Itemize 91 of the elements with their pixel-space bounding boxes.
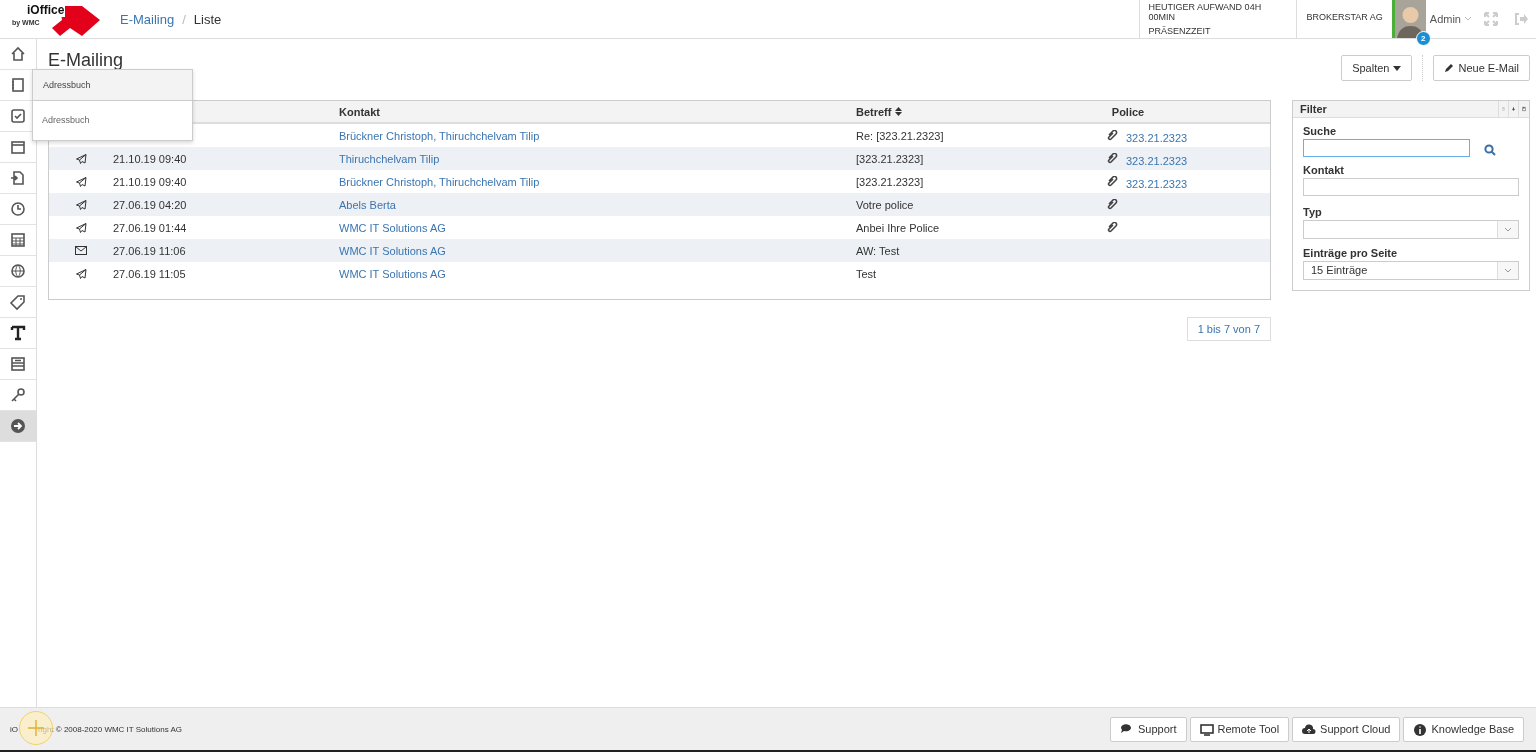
subject-cell: Re: [323.21.2323] (856, 129, 944, 142)
contact-link[interactable]: Abels Berta (339, 198, 396, 211)
table-row[interactable]: 27.06.19 01:44 WMC IT Solutions AG Anbei Ihre Police (49, 216, 1270, 239)
column-header[interactable]: Kontakt (339, 105, 856, 118)
date-cell: 21.10.19 09:40 (113, 152, 187, 165)
breadcrumb-current: Liste (193, 11, 222, 27)
pencil-icon (1444, 63, 1455, 73)
contact-link[interactable]: Thiruchchelvam Tilip (339, 152, 440, 165)
breadcrumb-separator: / (182, 11, 186, 27)
select-field[interactable]: 15 Einträge (1303, 261, 1519, 280)
filter-title: Filter (1299, 103, 1327, 115)
paper-plane-icon (75, 153, 87, 164)
chevron-down-icon (1504, 227, 1512, 232)
paper-plane-icon (75, 176, 87, 187)
field-label: Suche (1303, 125, 1337, 137)
table-row[interactable]: 21.10.19 09:40 Brückner Christoph, Thiruchchelvam Tilip [323.21.2323] 323.21.2323 (49, 170, 1270, 193)
date-cell: 27.06.19 11:05 (113, 267, 186, 280)
contact-link[interactable]: WMC IT Solutions AG (339, 221, 446, 234)
cloud-upload-icon (1302, 722, 1317, 736)
field-label: Kontakt (1303, 164, 1345, 176)
chevron-down-icon (1464, 16, 1472, 22)
footer-button[interactable]: Support (1110, 716, 1187, 742)
download-arrow-icon[interactable] (1508, 101, 1518, 117)
monitor-icon (1199, 722, 1214, 736)
column-header[interactable]: Police (1106, 105, 1270, 118)
date-cell: 27.06.19 01:44 (113, 221, 187, 234)
contact-link[interactable]: Brückner Christoph, Thiruchchelvam Tilip (339, 129, 540, 142)
columns-button[interactable]: Spalten (1341, 55, 1413, 81)
logo-name: iOffice (26, 3, 66, 17)
subject-cell: Votre police (856, 198, 914, 211)
home-icon (9, 45, 27, 63)
table-row[interactable]: 27.06.19 11:06 WMC IT Solutions AG AW: Test (49, 239, 1270, 262)
envelope-icon (75, 246, 87, 255)
date-cell: 21.10.19 09:40 (113, 175, 187, 188)
chat-icon (1120, 722, 1134, 736)
user-avatar[interactable] (1394, 0, 1426, 38)
sort-icon (894, 106, 902, 116)
footer-button[interactable]: Support Cloud (1292, 716, 1401, 742)
subject-cell: AW: Test (856, 244, 900, 257)
form-icon (9, 355, 27, 373)
date-cell: 27.06.19 04:20 (113, 198, 187, 211)
table-row[interactable]: 27.06.19 11:05 WMC IT Solutions AG Test (49, 262, 1270, 285)
paper-plane-icon (75, 268, 87, 279)
menu-header: Adressbuch (33, 70, 192, 101)
breadcrumb-link[interactable]: E-Mailing (120, 11, 175, 27)
document-arrow-icon (9, 169, 27, 187)
search-icon[interactable] (1484, 144, 1496, 156)
header-stat[interactable]: PRÄSENZZEIT (1148, 26, 1289, 36)
subject-cell: [323.21.2323] (856, 152, 924, 165)
tag-icon (9, 293, 27, 311)
subject-cell: Anbei Ihre Police (856, 221, 940, 234)
footer-button[interactable]: Remote Tool (1189, 716, 1290, 742)
globe-icon (9, 262, 27, 280)
checkbox-icon (9, 107, 27, 125)
copyright-text: iO (10, 724, 18, 734)
company-name[interactable]: BROKERSTAR AG (1297, 0, 1392, 34)
header-stat[interactable]: HEUTIGER AUFWAND 04H 00MIN (1148, 2, 1289, 22)
contact-link[interactable]: WMC IT Solutions AG (339, 267, 446, 280)
subject-cell: [323.21.2323] (856, 175, 924, 188)
police-link[interactable]: 323.21.2323 (1126, 132, 1188, 144)
search-field[interactable] (1303, 139, 1470, 157)
subject-cell: Test (856, 267, 877, 280)
date-cell: 27.06.19 11:06 (113, 244, 186, 257)
police-link[interactable]: 323.21.2323 (1126, 178, 1188, 190)
clock-icon (9, 200, 27, 218)
table-row[interactable]: 21.10.19 09:40 Thiruchchelvam Tilip [323.21.2323] 323.21.2323 (49, 147, 1270, 170)
paper-plane-icon (75, 222, 87, 233)
paper-plane-icon (75, 199, 87, 210)
save-icon[interactable] (1518, 101, 1529, 117)
field-label: Typ (1303, 206, 1323, 218)
pagination-info: 1 bis 7 von 7 (1186, 317, 1271, 341)
info-icon (1413, 722, 1428, 736)
contact-link[interactable]: WMC IT Solutions AG (339, 244, 446, 257)
select-field[interactable] (1303, 220, 1519, 239)
chevron-down-icon (1504, 268, 1512, 273)
page-title: E-Mailing (48, 50, 124, 70)
grid-icon (9, 231, 27, 249)
table-row[interactable]: 27.06.19 04:20 Abels Berta Votre police (49, 193, 1270, 216)
calendar-icon (9, 138, 27, 156)
new-email-button[interactable]: Neue E-Mail (1433, 55, 1530, 81)
column-header[interactable]: Betreff (856, 105, 1106, 118)
contact-field[interactable] (1303, 178, 1519, 196)
field-label: Einträge pro Seite (1303, 247, 1399, 259)
notebook-icon (9, 76, 27, 94)
caret-icon (1393, 65, 1402, 71)
police-link[interactable]: 323.21.2323 (1126, 155, 1188, 167)
footer-button[interactable]: Knowledge Base (1403, 716, 1524, 742)
key-icon (9, 386, 27, 404)
contact-link[interactable]: Brückner Christoph, Thiruchchelvam Tilip (339, 175, 540, 188)
text-icon (9, 324, 27, 342)
arrow-circle-icon (9, 417, 27, 435)
